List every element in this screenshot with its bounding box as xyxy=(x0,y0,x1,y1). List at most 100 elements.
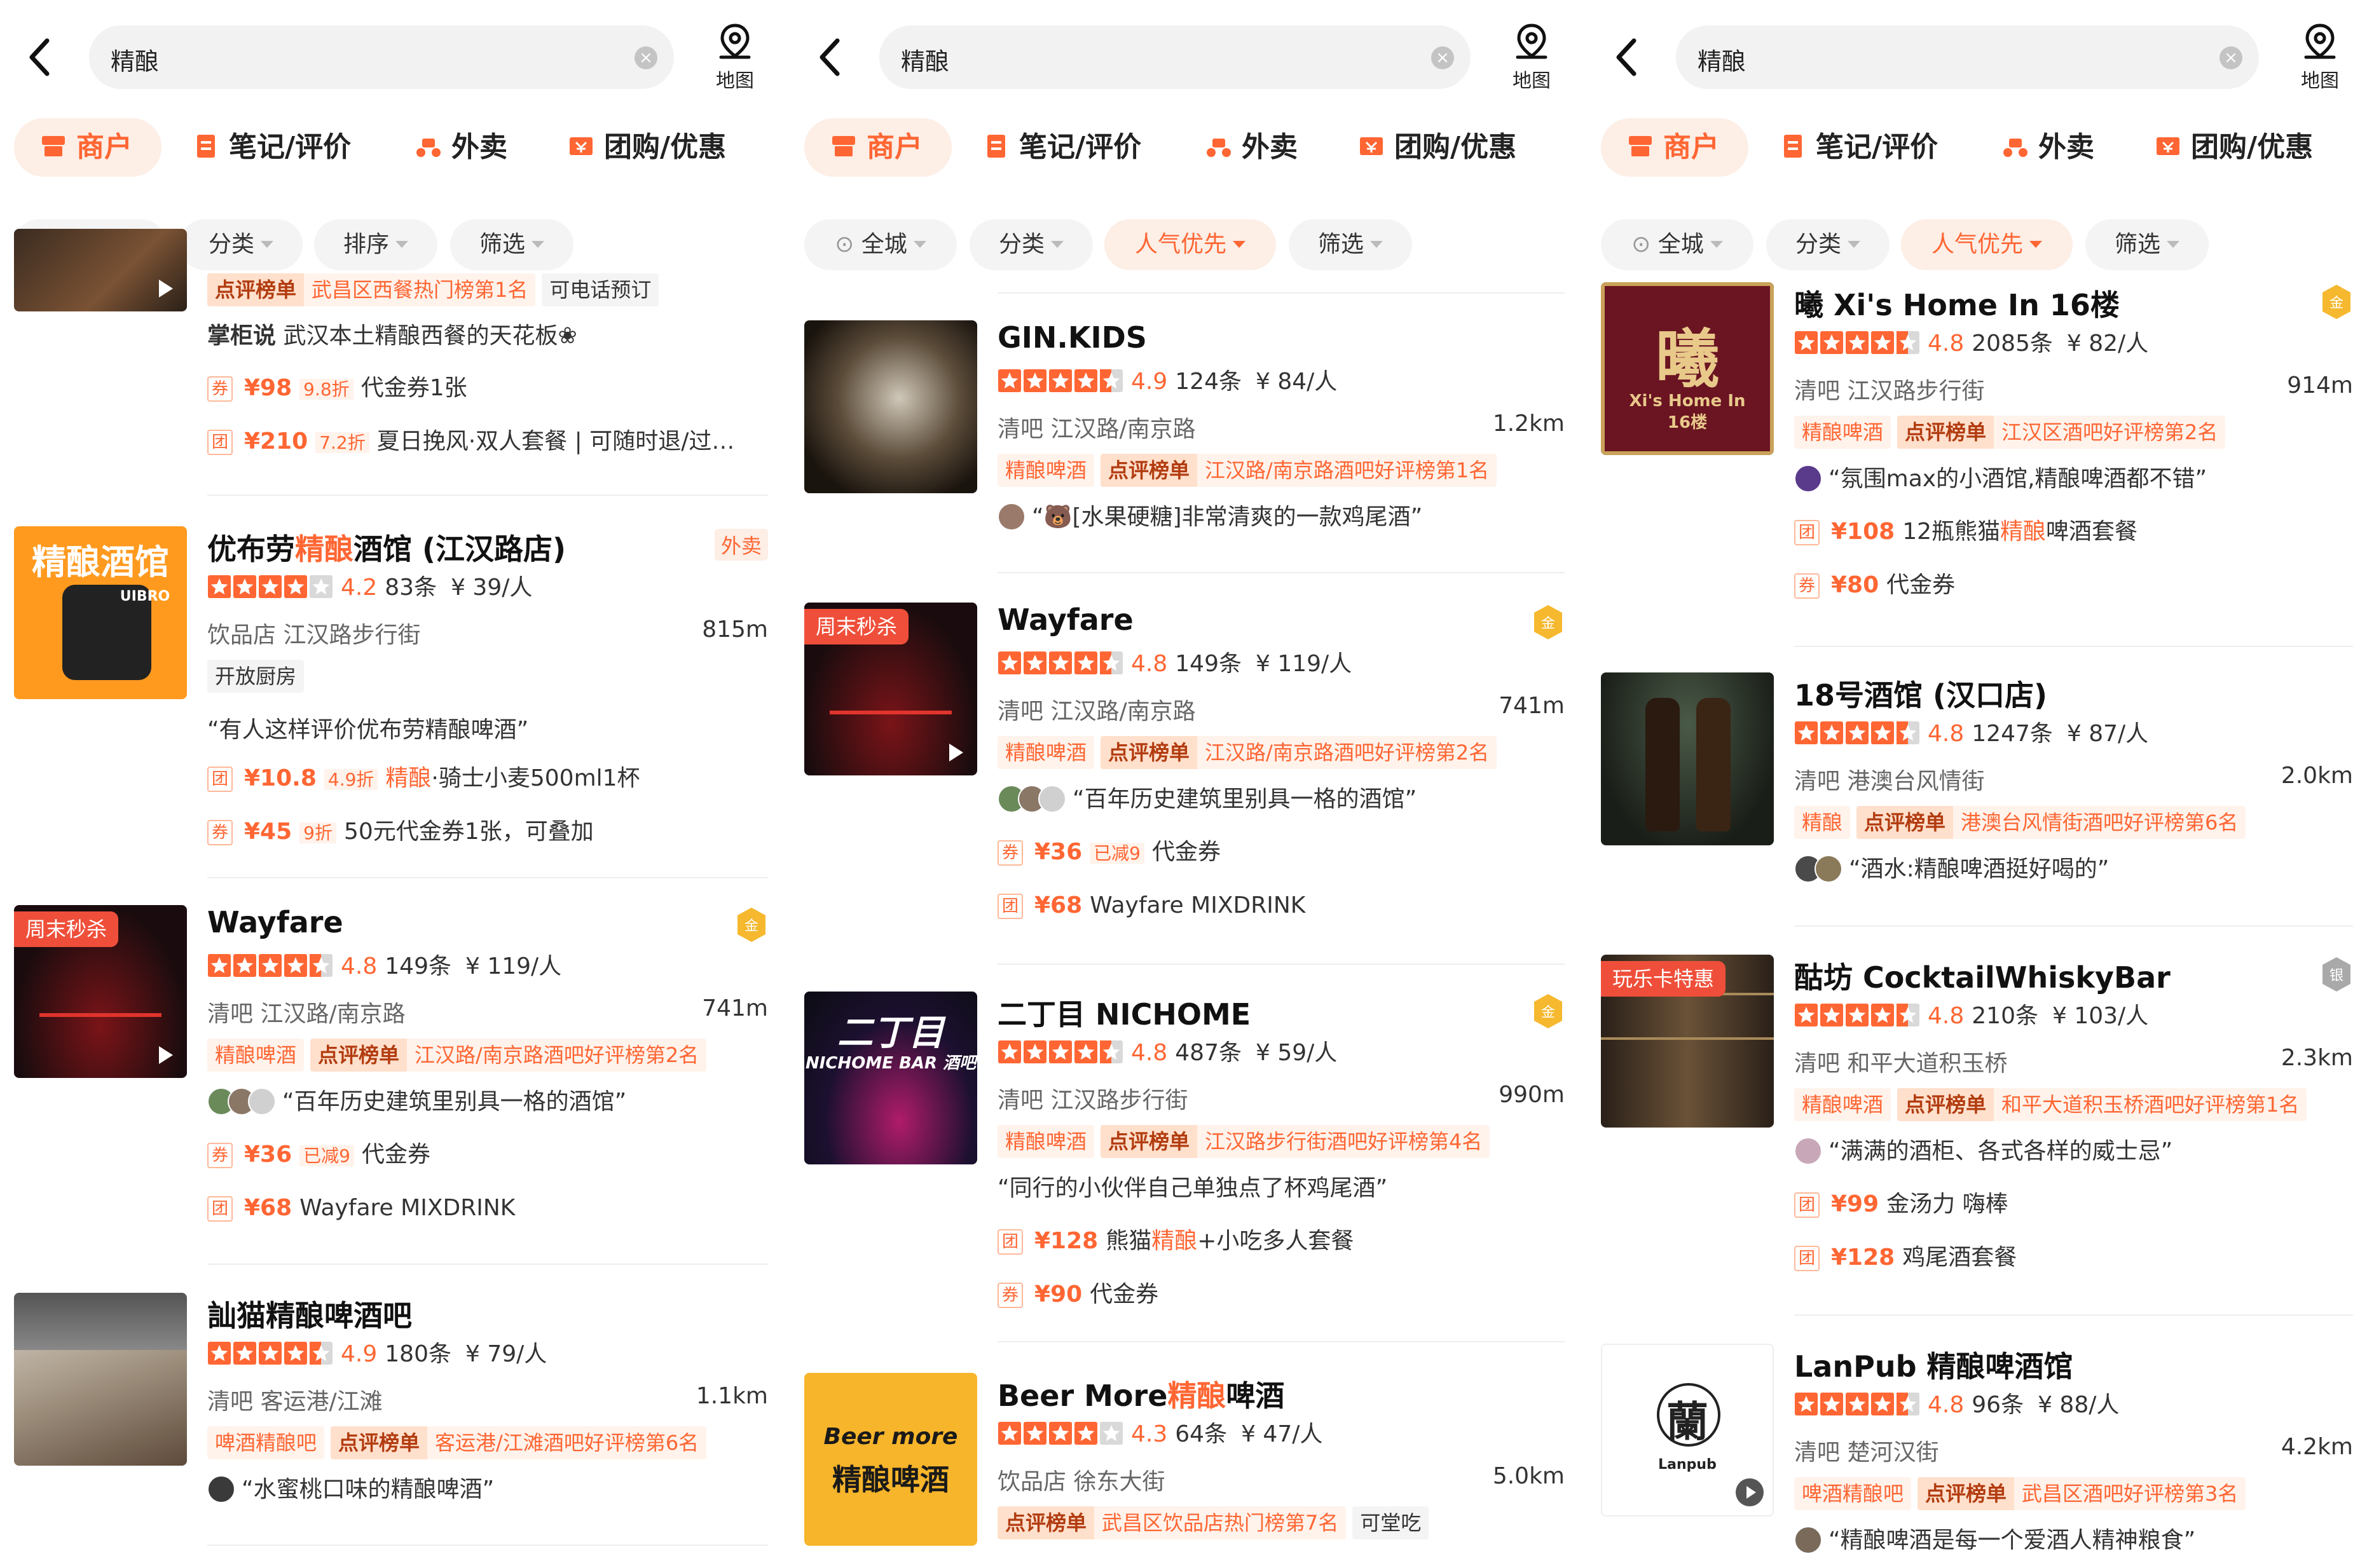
silver-medal-icon: 银 xyxy=(2322,957,2350,992)
merchant-name[interactable]: Wayfare xyxy=(998,603,1134,637)
review-quote[interactable]: “🐻[水果硬糖]非常清爽的一款鸡尾酒” xyxy=(998,501,1565,533)
tab-label: 团购/优惠 xyxy=(604,131,727,163)
search-input[interactable]: 精酿 × xyxy=(1676,25,2259,89)
listing-card[interactable]: 周末秒杀 Wayfare 金 4.8 149条 ¥ 119/人 清吧 江汉路/南京路… xyxy=(0,905,782,1261)
deal-row[interactable]: 团 ¥108 12瓶熊猫精酿啤酒套餐 xyxy=(1794,516,2353,548)
clear-icon[interactable]: × xyxy=(1431,46,1454,69)
tab-delivery[interactable]: 外卖 xyxy=(1205,118,1326,177)
clear-icon[interactable]: × xyxy=(2219,46,2242,69)
listing-card[interactable]: GIN.KIDS 4.9 124条 ¥ 84/人 清吧 江汉路/南京路 1.2km 精… xyxy=(790,320,1579,587)
review-quote[interactable]: “水蜜桃口味的精酿啤酒” xyxy=(207,1474,768,1506)
listing-card[interactable]: 訕猫精酿啤酒吧 4.9 180条 ¥ 79/人 清吧 客运港/江滩 1.1km 啤酒精… xyxy=(0,1293,782,1568)
tab-notes-reviews[interactable]: 笔记/评价 xyxy=(1779,118,1963,177)
deal-row[interactable]: 团 ¥128 鸡尾酒套餐 xyxy=(1794,1242,2353,1274)
back-arrow-icon[interactable] xyxy=(804,31,858,84)
merchant-name[interactable]: LanPub 精酿啤酒馆 xyxy=(1794,1344,2073,1386)
review-quote[interactable]: “酒水:精酿啤酒挺好喝的” xyxy=(1794,854,2353,885)
filter-sort[interactable]: 人气优先 xyxy=(1901,219,2073,270)
ranking-tag[interactable]: 点评榜单 武昌区酒吧好评榜第3名 xyxy=(1918,1477,2246,1510)
listing-card[interactable]: 周末秒杀 Wayfare 金 4.8 149条 ¥ 119/人 清吧 江汉路/南京路… xyxy=(790,603,1579,958)
ranking-tag[interactable]: 点评榜单 和平大道积玉桥酒吧好评榜第1名 xyxy=(1897,1088,2307,1121)
tab-notes-reviews[interactable]: 笔记/评价 xyxy=(192,118,376,177)
tab-delivery[interactable]: 外卖 xyxy=(2001,118,2122,177)
merchant-name[interactable]: 优布劳精酿酒馆 (江汉路店) xyxy=(207,526,566,568)
deal-row[interactable]: 券 ¥36 已减9 代金券 xyxy=(998,836,1565,868)
listing-card[interactable]: 18号酒馆 (汉口店) 4.8 1247条 ¥ 87/人 清吧 港澳台风情街 2.0k… xyxy=(1587,672,2367,939)
review-quote[interactable]: “同行的小伙伴自己单独点了杯鸡尾酒” xyxy=(998,1173,1565,1204)
deal-row[interactable]: 团 ¥68 Wayfare MIXDRINK xyxy=(998,890,1565,922)
listing-card[interactable]: 蘭 Lanpub LanPub 精酿啤酒馆 4.8 96条 ¥ 88/人 清吧 楚河… xyxy=(1587,1344,2367,1568)
listing-card-partial[interactable]: 点评榜单 武昌区西餐热门榜第1名 可电话预订 掌柜说 武汉本土精酿西餐的天花板❀ 券… xyxy=(0,229,782,528)
ranking-tag[interactable]: 点评榜单 江汉路/南京路酒吧好评榜第2名 xyxy=(1101,736,1497,769)
search-input[interactable]: 精酿 × xyxy=(879,25,1471,89)
ranking-tag[interactable]: 点评榜单 江汉区酒吧好评榜第2名 xyxy=(1897,416,2226,449)
search-input[interactable]: 精酿 × xyxy=(89,25,674,89)
tab-merchants[interactable]: 商户 xyxy=(14,118,161,177)
review-quote[interactable]: “百年历史建筑里别具一格的酒馆” xyxy=(207,1086,768,1118)
filter-more[interactable]: 筛选 xyxy=(450,219,573,270)
filter-more[interactable]: 筛选 xyxy=(2085,219,2209,270)
deal-row[interactable]: 券 ¥36 已减9 代金券 xyxy=(207,1139,768,1171)
filter-area[interactable]: ⊙ 全城 xyxy=(804,219,957,270)
review-quote[interactable]: “有人这样评价优布劳精酿啤酒” xyxy=(207,714,768,746)
map-button[interactable]: 地图 xyxy=(1499,23,1565,93)
clear-icon[interactable]: × xyxy=(635,46,657,69)
review-quote[interactable]: “百年历史建筑里别具一格的酒馆” xyxy=(998,784,1565,815)
filter-category[interactable]: 分类 xyxy=(179,219,303,270)
filter-area[interactable]: ⊙ 全城 xyxy=(1601,219,1753,270)
deal-row[interactable]: 券 ¥98 9.8折 代金券1张 xyxy=(207,372,768,404)
ranking-tag[interactable]: 点评榜单 武昌区饮品店热门榜第7名 xyxy=(998,1506,1347,1539)
listing-card[interactable]: 玩乐卡特惠 酤坊 CocktailWhiskyBar 银 4.8 210条 ¥ 10… xyxy=(1587,955,2367,1311)
filter-category[interactable]: 分类 xyxy=(970,219,1093,270)
deal-row[interactable]: 券 ¥90 代金券 xyxy=(998,1279,1565,1311)
listing-card[interactable]: 二丁目 NICHOME BAR 酒吧 二丁目 NICHOME 金 4.8 487条… xyxy=(790,992,1579,1347)
filter-sort[interactable]: 排序 xyxy=(314,219,437,270)
deal-row[interactable]: 团 ¥99 金汤力 嗨棒 xyxy=(1794,1189,2353,1220)
listing-card[interactable]: Beer more 精酿啤酒 Beer More精酿啤酒 4.3 64条 ¥ 47/… xyxy=(790,1373,1579,1568)
back-arrow-icon[interactable] xyxy=(1601,31,1654,84)
delivery-badge[interactable]: 外卖 xyxy=(714,529,768,561)
divider xyxy=(207,877,768,878)
map-button[interactable]: 地图 xyxy=(702,23,768,93)
ranking-tag[interactable]: 点评榜单 江汉路步行街酒吧好评榜第4名 xyxy=(1101,1125,1490,1158)
filter-category[interactable]: 分类 xyxy=(1766,219,1890,270)
tab-merchants[interactable]: 商户 xyxy=(1601,118,1748,177)
listing-card[interactable]: 精酿酒馆 UIBRO 优布劳精酿酒馆 (江汉路店) 外卖 4.2 83条 ¥ 39/… xyxy=(0,526,782,869)
tab-group-deals[interactable]: 团购/优惠 xyxy=(2154,118,2357,177)
review-quote[interactable]: “满满的酒柜、各式各样的威士忌” xyxy=(1794,1136,2353,1168)
tab-delivery[interactable]: 外卖 xyxy=(415,118,535,177)
merchant-name[interactable]: GIN.KIDS xyxy=(998,320,1147,355)
listing-card[interactable]: 曦 Xi's Home In 16楼 曦 Xi's Home In 16楼 金 … xyxy=(1587,282,2367,638)
merchant-name[interactable]: Wayfare xyxy=(207,905,343,939)
merchant-name[interactable]: Beer More精酿啤酒 xyxy=(998,1373,1284,1415)
merchant-name[interactable]: 訕猫精酿啤酒吧 xyxy=(207,1293,412,1335)
quote-text: “氛围max的小酒馆,精酿啤酒都不错” xyxy=(1828,466,2207,492)
map-label: 地图 xyxy=(1513,70,1551,92)
filter-more[interactable]: 筛选 xyxy=(1289,219,1412,270)
tab-merchants[interactable]: 商户 xyxy=(804,118,952,177)
ranking-tag[interactable]: 点评榜单 江汉路/南京路酒吧好评榜第1名 xyxy=(1101,454,1497,487)
ranking-tag[interactable]: 点评榜单 客运港/江滩酒吧好评榜第6名 xyxy=(331,1426,707,1459)
merchant-name[interactable]: 酤坊 CocktailWhiskyBar xyxy=(1794,955,2171,997)
tab-notes-reviews[interactable]: 笔记/评价 xyxy=(982,118,1167,177)
deal-row[interactable]: 券 ¥45 9折 50元代金券1张，可叠加 xyxy=(207,816,768,848)
ranking-tag[interactable]: 点评榜单 港澳台风情街酒吧好评榜第6名 xyxy=(1856,806,2246,839)
merchant-name[interactable]: 曦 Xi's Home In 16楼 xyxy=(1794,282,2120,324)
tab-group-deals[interactable]: 团购/优惠 xyxy=(567,118,771,177)
merchant-category: 清吧 xyxy=(207,1001,254,1027)
merchant-name[interactable]: 18号酒馆 (汉口店) xyxy=(1794,672,2047,714)
deal-row[interactable]: 团 ¥128 熊猫精酿+小吃多人套餐 xyxy=(998,1225,1565,1257)
map-button[interactable]: 地图 xyxy=(2287,23,2353,93)
deal-row[interactable]: 团 ¥68 Wayfare MIXDRINK xyxy=(207,1192,768,1224)
merchant-name[interactable]: 二丁目 NICHOME xyxy=(998,992,1251,1033)
tab-group-deals[interactable]: 团购/优惠 xyxy=(1357,118,1561,177)
filter-sort[interactable]: 人气优先 xyxy=(1104,219,1276,270)
deal-row[interactable]: 券 ¥80 代金券 xyxy=(1794,569,2353,601)
back-arrow-icon[interactable] xyxy=(14,31,67,84)
deal-row[interactable]: 团 ¥10.8 4.9折 精酿·骑士小麦500ml1杯 xyxy=(207,763,768,794)
ranking-tag[interactable]: 点评榜单 江汉路/南京路酒吧好评榜第2名 xyxy=(310,1039,707,1072)
review-quote[interactable]: “氛围max的小酒馆,精酿啤酒都不错” xyxy=(1794,463,2353,495)
ranking-tag[interactable]: 点评榜单 武昌区西餐热门榜第1名 xyxy=(207,273,536,306)
deal-row[interactable]: 团 ¥210 7.2折 夏日挽风·双人套餐 | 可随时退/过… xyxy=(207,426,768,458)
review-quote[interactable]: “精酿啤酒是每一个爱酒人精神粮食” xyxy=(1794,1525,2353,1557)
